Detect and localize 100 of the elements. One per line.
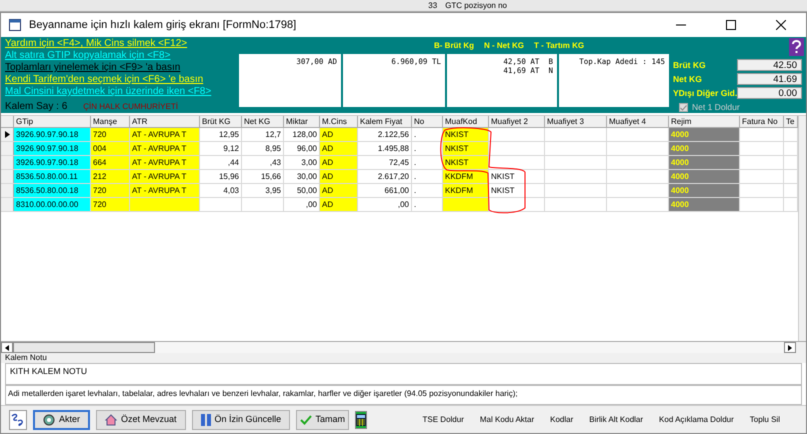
table-cell: AT - AVRUPA T [130, 128, 200, 141]
table-cell: 3926.90.97.90.18 [14, 156, 91, 169]
checkmark-icon [680, 104, 687, 111]
item-count: Kalem Say : 6 [5, 100, 68, 114]
column-header[interactable]: Brüt KG [200, 116, 242, 127]
table-cell: . [412, 170, 443, 183]
column-header[interactable]: No [412, 116, 443, 127]
table-cell: 4000 [669, 128, 740, 141]
table-cell: AD [320, 142, 358, 155]
country-name: ÇİN HALK CUMHURİYETİ [83, 100, 178, 112]
table-cell: 720 [91, 128, 130, 141]
table-cell: 720 [91, 184, 130, 197]
action-button[interactable]: Tamam [296, 410, 349, 430]
table-cell: NKIST [443, 156, 489, 169]
window-title: Beyanname için hızlı kalem giriş ekranı [FormNo:1798] [29, 18, 298, 33]
background-label: 33 [428, 2, 438, 10]
table-cell: AD [320, 128, 358, 141]
table-cell: KKDFM [443, 184, 489, 197]
scroll-right-button[interactable] [784, 342, 796, 353]
column-header[interactable]: GTip [14, 116, 91, 127]
action-button[interactable]: Özet Mevzuat [96, 410, 186, 430]
total-label: YDışı Diğer Gid. [673, 86, 737, 100]
shortcut-hint: Kendi Tarifem'den seçmek için <F6> 'e basın [5, 74, 204, 86]
close-icon[interactable] [776, 20, 786, 30]
table-cell: AD [320, 184, 358, 197]
table-cell: 3926.90.97.90.18 [14, 142, 91, 155]
table-cell: AD [320, 198, 358, 211]
table-cell: . [412, 184, 443, 197]
table-cell: 3926.90.97.90.18 [14, 128, 91, 141]
legend-label: N - Net KG [484, 40, 524, 52]
window-icon [9, 19, 21, 31]
action-button[interactable]: Akter [33, 410, 90, 430]
arrow-right-icon [788, 344, 792, 350]
column-header[interactable]: ATR [130, 116, 200, 127]
toolbar-button[interactable]: Kodlar [550, 414, 574, 426]
column-header[interactable]: MuafKod [443, 116, 489, 127]
table-cell: 720 [91, 198, 130, 211]
table-cell: 4000 [669, 198, 740, 211]
toolbar-button[interactable]: Mal Kodu Aktar [480, 414, 534, 426]
logo-icon[interactable] [9, 410, 27, 430]
background-label: GTC pozisyon no [445, 2, 507, 10]
scroll-left-button[interactable] [1, 342, 13, 353]
column-header[interactable]: Manşe [91, 116, 130, 127]
column-header[interactable]: Miktar [284, 116, 320, 127]
table-cell: KKDFM [443, 170, 489, 183]
net-checkbox[interactable] [679, 103, 688, 112]
table-cell: AD [320, 170, 358, 183]
column-header[interactable]: Muafiyet 4 [607, 116, 669, 127]
table-cell: NKIST [443, 128, 489, 141]
total-field[interactable]: 42.50 [737, 59, 802, 72]
scroll-thumb[interactable] [13, 342, 155, 353]
calculator-icon[interactable] [354, 410, 367, 428]
table-cell: AT - AVRUPA T [130, 142, 200, 155]
toolbar-button[interactable]: Birlik Alt Kodlar [589, 414, 644, 426]
total-field[interactable]: 41.69 [737, 73, 802, 86]
table-cell: 8536.50.80.00.18 [14, 184, 91, 197]
checkbox-label: Net 1 Doldur [692, 101, 740, 114]
table-cell: 4000 [669, 156, 740, 169]
column-header[interactable]: Muafiyet 2 [489, 116, 545, 127]
legend-label: T - Tartım KG [534, 40, 584, 52]
row-header[interactable] [1, 128, 14, 141]
note-label: Kalem Notu [1, 353, 806, 363]
column-header[interactable]: Fatura No [740, 116, 784, 127]
total-label: Net KG [673, 72, 703, 86]
disc-icon [43, 414, 55, 426]
table-cell: NKIST [489, 184, 545, 197]
table-cell: 8536.50.80.00.11 [14, 170, 91, 183]
maximize-icon[interactable] [726, 20, 736, 30]
column-header[interactable]: Kalem Fiyat [358, 116, 412, 127]
table-cell: AT - AVRUPA T [130, 156, 200, 169]
column-header[interactable]: Net KG [242, 116, 284, 127]
table-cell: . [412, 142, 443, 155]
table-cell: . [412, 156, 443, 169]
house-icon [105, 414, 118, 426]
legend-label: B- Brüt Kg [434, 40, 474, 52]
total-field[interactable]: 0.00 [737, 86, 802, 99]
table-cell: NKIST [489, 170, 545, 183]
table-cell: . [412, 198, 443, 211]
table-cell: 004 [91, 142, 130, 155]
table-cell: 4000 [669, 184, 740, 197]
shortcut-hint: Yardım için <F4>, Mik Cins silmek <F12> [5, 38, 188, 50]
column-header[interactable]: M.Cins [320, 116, 358, 127]
column-header[interactable]: Rejim [669, 116, 740, 127]
toolbar-button[interactable]: Toplu Sil [750, 414, 780, 426]
note-field[interactable]: KITH KALEM NOTU [5, 363, 802, 385]
help-icon[interactable] [789, 38, 804, 56]
column-header[interactable]: Muafiyet 3 [545, 116, 607, 127]
vertical-scrollbar[interactable] [798, 116, 806, 341]
table-cell: . [412, 128, 443, 141]
shortcut-hint: Alt satıra GTIP kopyalamak için <F8> [5, 50, 170, 62]
toolbar-button[interactable]: TSE Doldur [422, 414, 464, 426]
arrow-left-icon [5, 344, 9, 350]
table-cell: AD [320, 156, 358, 169]
toolbar-button[interactable]: Kod Açıklama Doldur [659, 414, 734, 426]
table-cell: AT - AVRUPA T [130, 170, 200, 183]
table-cell: AT - AVRUPA T [130, 184, 200, 197]
description-text: Adi metallerden işaret levhaları, tabelalar, adres levhaları ve benzeri levhalar, rakamlar, harfler ve diğer işaretler (94.05 pozisyonundakiler hariç); [5, 385, 802, 405]
table-cell: 212 [91, 170, 130, 183]
column-header[interactable]: Te [784, 116, 798, 127]
action-button[interactable]: Ön İzin Güncelle [192, 410, 290, 430]
